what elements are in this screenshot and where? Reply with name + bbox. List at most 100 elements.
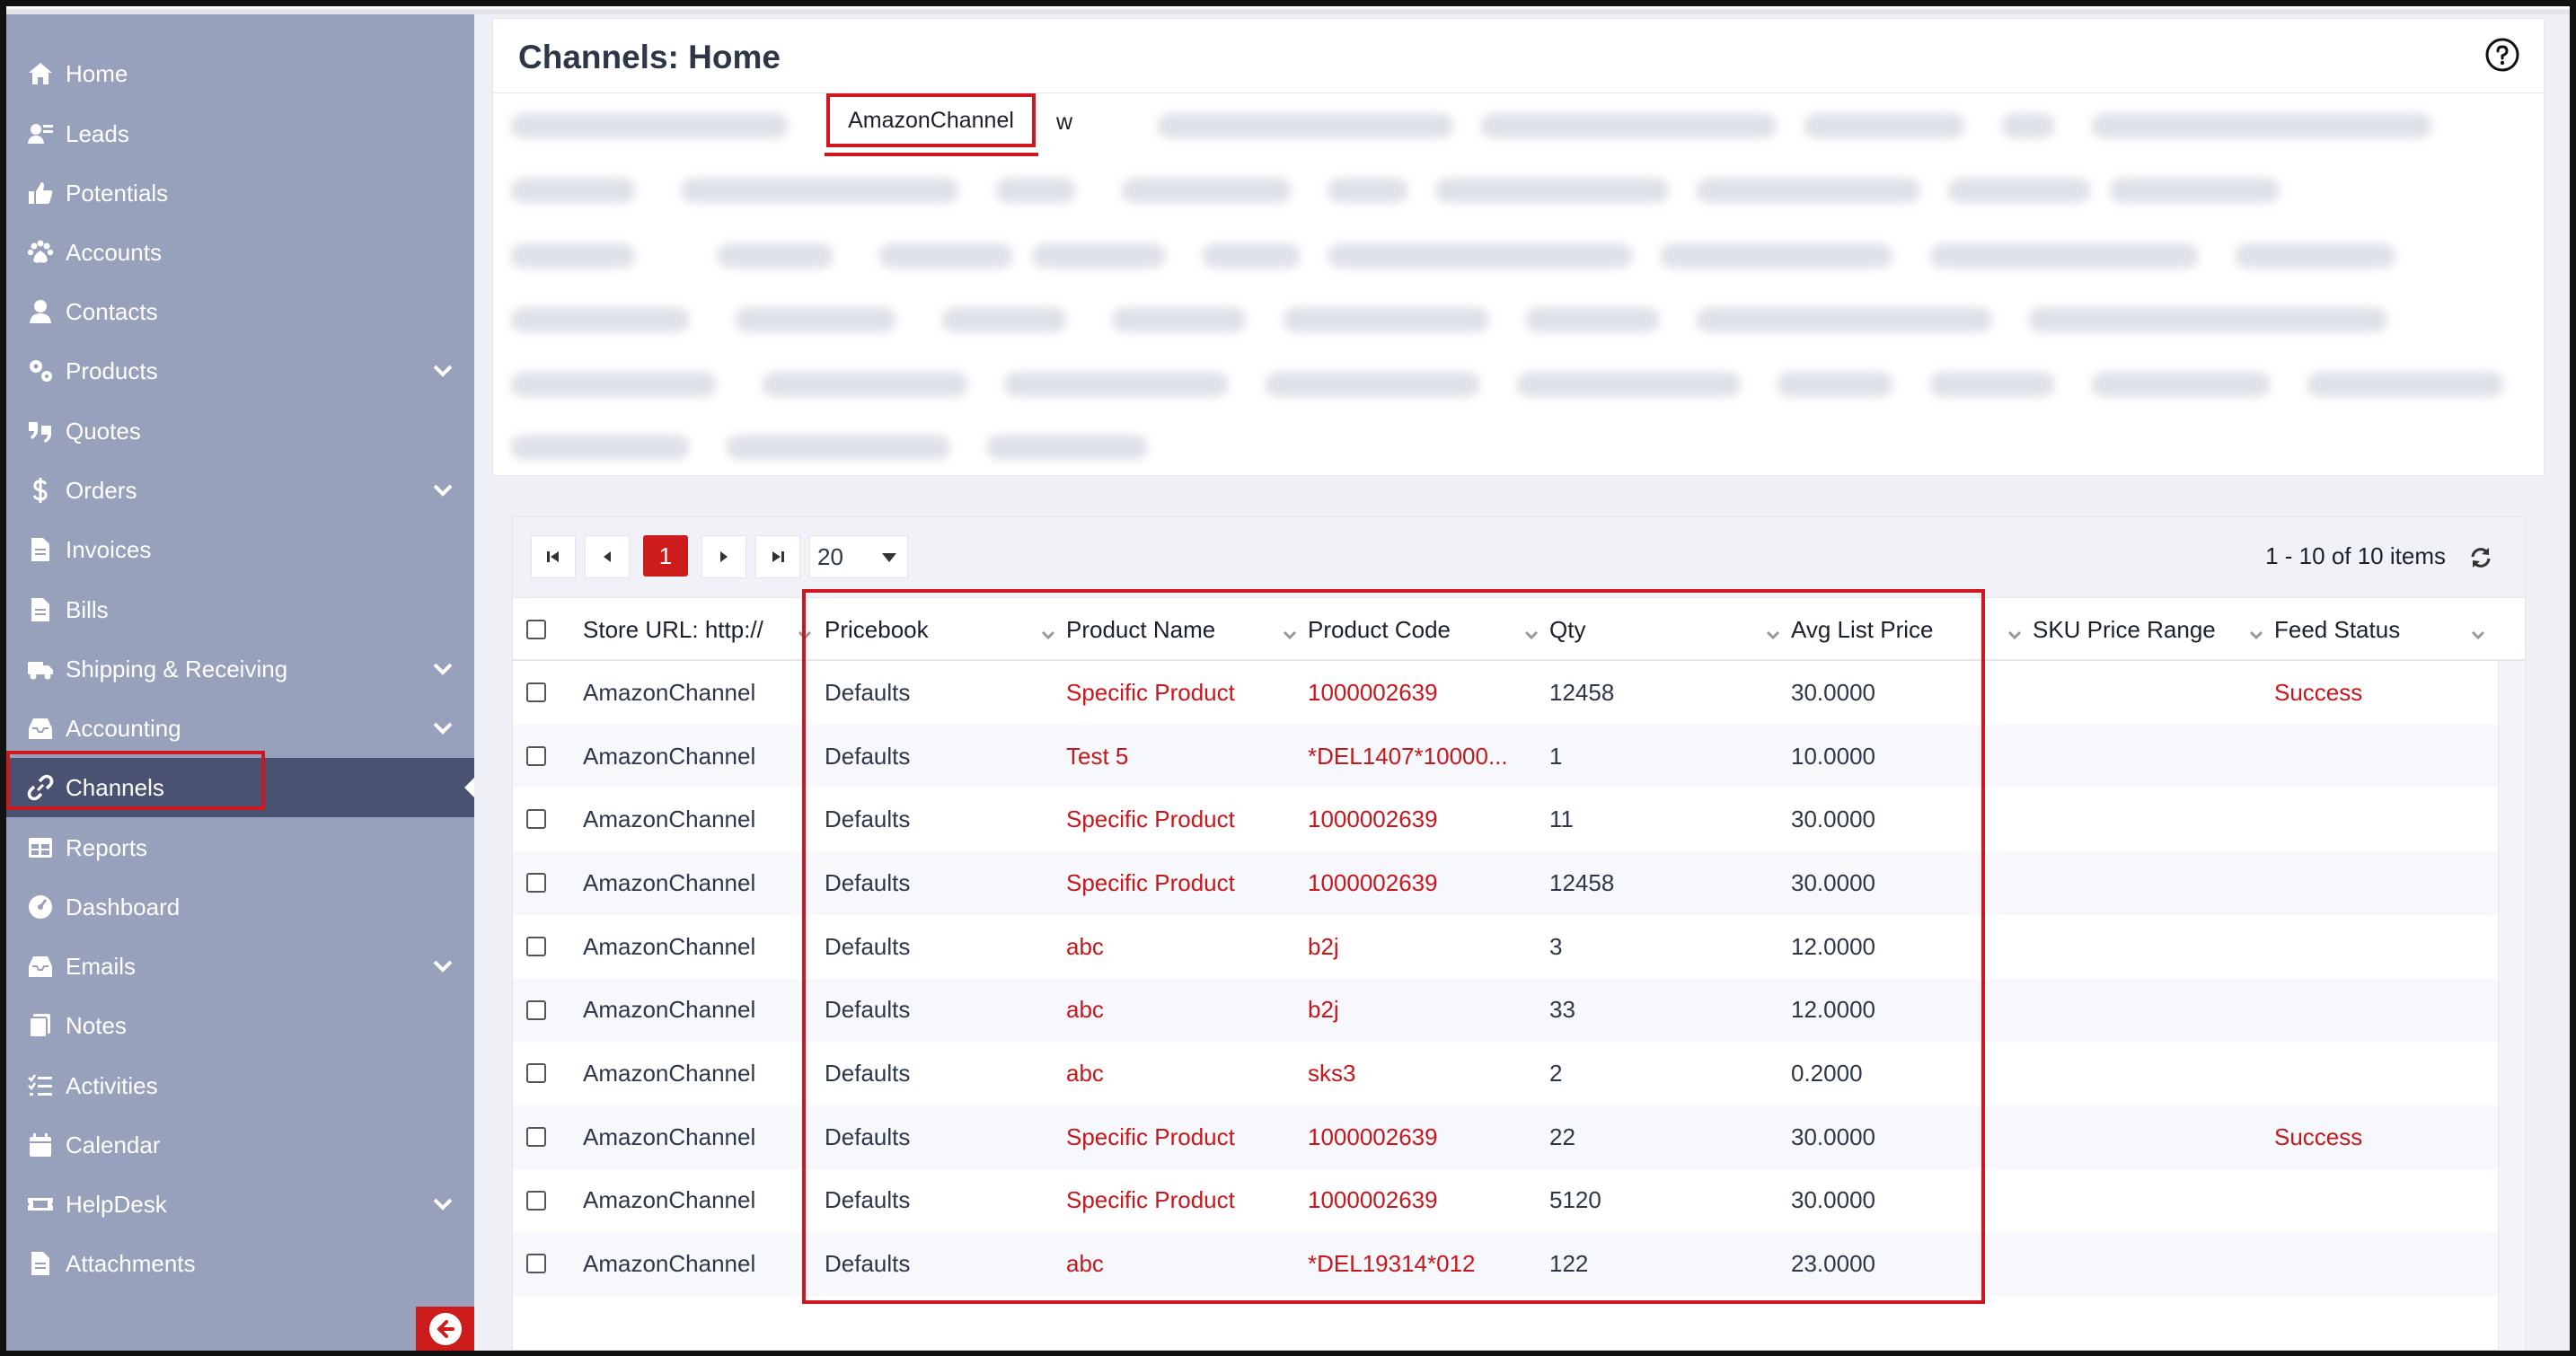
cell-product-code[interactable]: sks3 — [1308, 1042, 1534, 1105]
cell-product-code[interactable]: 1000002639 — [1308, 788, 1534, 851]
sidebar-item-quotes[interactable]: Quotes — [6, 401, 474, 461]
cell-product-name[interactable]: Specific Product — [1066, 851, 1292, 915]
row-checkbox[interactable] — [526, 873, 546, 894]
table-row[interactable]: AmazonChannel Defaults Specific Product 100… — [513, 661, 2498, 725]
column-header-product-name[interactable]: Product Name — [1066, 598, 1301, 661]
collapse-sidebar-button[interactable] — [416, 1307, 474, 1351]
row-checkbox[interactable] — [526, 1254, 546, 1274]
column-header-store-url-http[interactable]: Store URL: http:// — [583, 598, 816, 661]
sidebar-item-leads[interactable]: Leads — [6, 104, 474, 163]
cell-product-name[interactable]: abc — [1066, 1232, 1292, 1296]
first-page-button[interactable] — [531, 535, 576, 578]
cell-pricebook: Defaults — [825, 868, 911, 896]
cell-product-name[interactable]: abc — [1066, 979, 1292, 1043]
sidebar-item-activities[interactable]: Activities — [6, 1056, 474, 1115]
column-menu-chevron-icon[interactable] — [1523, 621, 1539, 640]
cell-product-code[interactable]: b2j — [1308, 915, 1534, 979]
column-header-product-code[interactable]: Product Code — [1308, 598, 1543, 661]
sidebar-item-accounting[interactable]: Accounting — [6, 699, 474, 758]
cell-product-name[interactable]: Specific Product — [1066, 1169, 1292, 1233]
help-icon[interactable] — [2484, 37, 2520, 73]
sidebar-item-calendar[interactable]: Calendar — [6, 1115, 474, 1175]
cell-product-name[interactable]: Specific Product — [1066, 661, 1292, 725]
sidebar-item-products[interactable]: Products — [6, 341, 474, 401]
tab-next-fragment[interactable]: w — [1056, 110, 1072, 136]
column-header-pricebook[interactable]: Pricebook — [825, 598, 1060, 661]
column-header-sku-price-range[interactable]: SKU Price Range — [2033, 598, 2268, 661]
column-menu-chevron-icon[interactable] — [2007, 621, 2023, 640]
column-menu-chevron-icon[interactable] — [2470, 621, 2486, 640]
cell-product-code[interactable]: 1000002639 — [1308, 661, 1534, 725]
column-header-feed-status[interactable]: Feed Status — [2274, 598, 2490, 661]
column-header-label: Pricebook — [825, 615, 929, 643]
cell-product-code[interactable]: b2j — [1308, 979, 1534, 1043]
sidebar-item-orders[interactable]: Orders — [6, 461, 474, 520]
table-row[interactable]: AmazonChannel Defaults abc b2j 33 12.0000 — [513, 978, 2498, 1043]
select-all-checkbox[interactable] — [526, 620, 546, 639]
table-row[interactable]: AmazonChannel Defaults abc sks3 2 0.2000 — [513, 1042, 2498, 1105]
prev-page-button[interactable] — [585, 535, 630, 578]
cell-product-name[interactable]: abc — [1066, 1042, 1292, 1105]
column-menu-chevron-icon[interactable] — [1282, 621, 1298, 640]
refresh-icon[interactable] — [2467, 544, 2494, 571]
sidebar-item-shipping-receiving[interactable]: Shipping & Receiving — [6, 639, 474, 699]
column-menu-chevron-icon[interactable] — [797, 621, 813, 640]
sidebar-item-contacts[interactable]: Contacts — [6, 282, 474, 341]
cell-product-name[interactable]: Specific Product — [1066, 1105, 1292, 1169]
row-checkbox[interactable] — [526, 1063, 546, 1084]
table-row[interactable]: AmazonChannel Defaults Specific Product 100… — [513, 1169, 2498, 1233]
column-menu-chevron-icon[interactable] — [1765, 621, 1781, 640]
sidebar-item-helpdesk[interactable]: HelpDesk — [6, 1175, 474, 1234]
cell-product-code[interactable]: 1000002639 — [1308, 1169, 1534, 1233]
table-row[interactable]: AmazonChannel Defaults Specific Product 100… — [513, 851, 2498, 915]
chevron-down-icon[interactable] — [429, 953, 456, 980]
table-row[interactable]: AmazonChannel Defaults Test 5 *DEL1407*1000… — [513, 724, 2498, 788]
sidebar-item-accounts[interactable]: Accounts — [6, 223, 474, 282]
cell-product-name[interactable]: Test 5 — [1066, 725, 1292, 788]
cell-product-code[interactable]: *DEL19314*012 — [1308, 1232, 1534, 1296]
table-row[interactable]: AmazonChannel Defaults abc *DEL19314*012 122… — [513, 1232, 2498, 1296]
column-menu-chevron-icon[interactable] — [2248, 621, 2264, 640]
vertical-scrollbar[interactable] — [2498, 661, 2525, 1352]
sidebar-item-notes[interactable]: Notes — [6, 996, 474, 1055]
last-page-button[interactable] — [755, 535, 800, 578]
sidebar-item-home[interactable]: Home — [6, 44, 474, 103]
chevron-down-icon[interactable] — [429, 656, 456, 682]
chevron-down-icon[interactable] — [429, 477, 456, 504]
sidebar-item-reports[interactable]: Reports — [6, 818, 474, 877]
row-checkbox[interactable] — [526, 809, 546, 830]
page-size-select[interactable]: 20 — [809, 535, 908, 578]
calendar-icon — [24, 1129, 57, 1161]
sidebar-item-dashboard[interactable]: Dashboard — [6, 877, 474, 937]
column-header-qty[interactable]: Qty — [1549, 598, 1785, 661]
cell-product-code[interactable]: 1000002639 — [1308, 1105, 1534, 1169]
sidebar-item-potentials[interactable]: Potentials — [6, 163, 474, 223]
row-checkbox[interactable] — [526, 1126, 546, 1147]
sidebar-item-bills[interactable]: Bills — [6, 580, 474, 639]
table-row[interactable]: AmazonChannel Defaults abc b2j 3 12.0000 — [513, 915, 2498, 979]
cell-product-name[interactable]: abc — [1066, 915, 1292, 979]
cell-pricebook: Defaults — [825, 1123, 911, 1150]
tab-amazonchannel[interactable]: AmazonChannel — [826, 93, 1036, 147]
sidebar-item-channels[interactable]: Channels — [6, 758, 475, 817]
row-checkbox[interactable] — [526, 999, 546, 1020]
cell-product-code[interactable]: *DEL1407*10000... — [1308, 725, 1534, 788]
cell-product-name[interactable]: Specific Product — [1066, 788, 1292, 851]
column-menu-chevron-icon[interactable] — [1040, 621, 1056, 640]
row-checkbox[interactable] — [526, 745, 546, 766]
column-header-avg-list-price[interactable]: Avg List Price — [1791, 598, 2026, 661]
sidebar-item-invoices[interactable]: Invoices — [6, 520, 474, 579]
table-row[interactable]: AmazonChannel Defaults Specific Product 100… — [513, 1105, 2498, 1169]
chevron-down-icon[interactable] — [429, 357, 456, 384]
table-row[interactable]: AmazonChannel Defaults Specific Product 100… — [513, 788, 2498, 851]
chevron-down-icon[interactable] — [429, 715, 456, 742]
row-checkbox[interactable] — [526, 1190, 546, 1211]
cell-product-code[interactable]: 1000002639 — [1308, 851, 1534, 915]
sidebar-item-attachments[interactable]: Attachments — [6, 1234, 474, 1293]
row-checkbox[interactable] — [526, 936, 546, 956]
chevron-down-icon[interactable] — [429, 1191, 456, 1218]
sidebar-item-emails[interactable]: Emails — [6, 937, 474, 996]
row-checkbox[interactable] — [526, 682, 546, 702]
next-page-button[interactable] — [701, 535, 746, 578]
page-number-current[interactable]: 1 — [643, 535, 688, 577]
